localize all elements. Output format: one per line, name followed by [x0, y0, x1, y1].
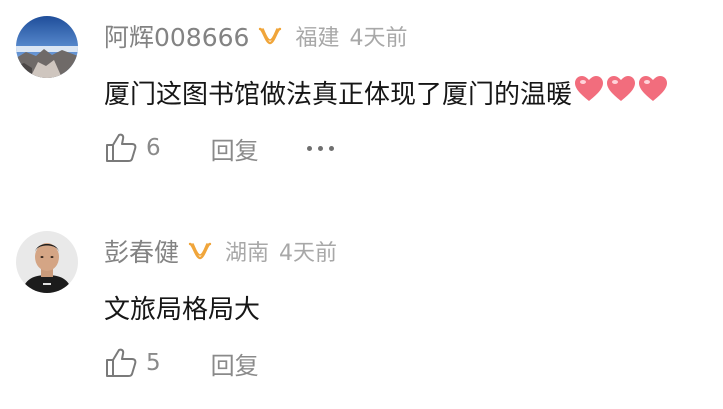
thumbs-up-icon	[106, 133, 137, 162]
heart-emoji-icon	[606, 75, 636, 110]
reply-button[interactable]: 回复	[211, 346, 259, 381]
reply-button[interactable]: 回复	[211, 131, 259, 166]
avatar[interactable]	[16, 231, 78, 293]
like-count: 5	[146, 350, 161, 376]
username[interactable]: 彭春健	[104, 233, 179, 269]
timestamp: 4天前	[279, 241, 338, 266]
heart-emoji-icon	[574, 75, 604, 110]
comment-body: 厦门这图书馆做法真正体现了厦门的温暖	[104, 79, 573, 110]
username[interactable]: 阿辉008666	[104, 18, 249, 54]
avatar[interactable]	[16, 16, 78, 78]
comment-item: 阿辉008666 福建 4天前 厦门这图书馆做法真正体现了厦门的温暖 6 回复	[0, 0, 723, 200]
heart-emoji-icon	[638, 75, 668, 110]
thumbs-up-icon	[106, 348, 137, 377]
vip-badge-icon	[257, 25, 283, 47]
comment-text: 文旅局格局大	[104, 285, 260, 329]
like-count: 6	[146, 135, 161, 161]
like-button[interactable]: 5	[104, 347, 161, 379]
comment-item: 彭春健 湖南 4天前 文旅局格局大 5 回复	[0, 215, 723, 409]
comment-actions: 6 回复	[104, 128, 340, 168]
comment-text: 厦门这图书馆做法真正体现了厦门的温暖	[104, 70, 668, 114]
comment-meta: 彭春健 湖南 4天前	[104, 231, 337, 271]
timestamp: 4天前	[349, 26, 408, 51]
like-button[interactable]: 6	[104, 132, 161, 164]
comment-body: 文旅局格局大	[104, 294, 261, 325]
more-options-icon[interactable]	[306, 138, 340, 158]
avatar-person-image	[16, 231, 78, 293]
vip-badge-icon	[187, 240, 213, 262]
avatar-mountain-image	[16, 16, 78, 78]
comment-actions: 5 回复	[104, 343, 259, 383]
comment-meta: 阿辉008666 福建 4天前	[104, 16, 407, 56]
location: 湖南	[225, 241, 270, 266]
location: 福建	[295, 26, 340, 51]
